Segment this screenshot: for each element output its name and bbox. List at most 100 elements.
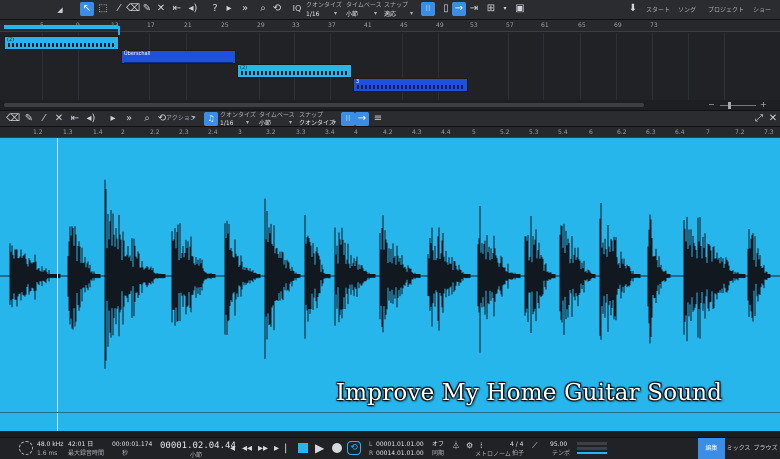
bend-tool-icon[interactable]: ⇤ [170,2,184,16]
horizontal-scrollbar[interactable] [4,103,644,107]
autoscroll-icon[interactable]: ▯ [439,2,453,16]
editor-ruler-label: 3.2 [266,129,276,136]
split-tool-icon[interactable]: ⁄ [112,2,126,16]
follow-icon[interactable]: » [238,2,252,16]
snap-toggle-icon[interactable]: ⁝⁝ [421,2,435,16]
metronome-sync-caption: 同期 [432,450,445,457]
quantize-caret-icon[interactable]: ▾ [334,10,337,17]
return-to-zero-icon[interactable]: ◂ [230,443,235,455]
editor-pencil-icon[interactable]: ✎ [22,112,36,126]
loop-range-bar[interactable] [4,25,118,29]
editor-snap-caret-icon[interactable]: ▾ [333,119,336,126]
play-cursor-icon[interactable]: ▸ [222,2,236,16]
help-icon[interactable]: ? [208,2,222,16]
fast-forward-icon[interactable]: ▸▸ [258,443,268,455]
editor-timebase-caret-icon[interactable]: ▾ [289,119,292,126]
editor-follow-icon[interactable]: » [122,112,136,126]
mute-tool-icon[interactable]: ✕ [154,2,168,16]
audio-clip[interactable]: Überschall [121,50,236,64]
transport-bar: 48.0 kHz 1.6 ms 42:01 日 最大録音時間 00:00:01.… [0,437,780,459]
editor-split-icon[interactable]: ⁄ [37,112,51,126]
range-tool-icon[interactable]: ⬚ [96,2,110,16]
save-icon[interactable]: ▣ [513,2,527,16]
zoom-in-icon[interactable]: + [760,101,767,109]
playhead-marker[interactable] [118,26,120,35]
arrangement-scrollbar[interactable]: − + [0,100,780,110]
editor-mute-icon[interactable]: ✕ [52,112,66,126]
timebase-value[interactable]: 小節 [346,11,358,18]
loop-start[interactable]: 00001.01.01.00 [376,441,424,448]
tempo[interactable]: 95.00 [550,441,567,448]
snap-to-event-icon[interactable]: ⇥ [467,2,481,16]
song-page-button[interactable]: ソング [678,7,696,14]
editor-snap-toggle-icon[interactable]: ⁝⁝ [341,112,355,126]
start-page-button[interactable]: スタート [646,7,670,14]
download-icon[interactable]: ⬇ [626,2,640,16]
maximize-editor-icon[interactable]: ⤢ [752,112,766,126]
editor-ruler-label: 2.3 [179,129,189,136]
close-editor-icon[interactable]: ✕ [766,112,780,126]
editor-ruler-label: 6 [589,129,593,136]
editor-snap-grid-icon[interactable]: → [355,112,369,126]
loop-end[interactable]: 00014.01.01.00 [376,450,424,457]
master-volume-slider[interactable] [577,452,607,454]
dropdown-caret-icon[interactable]: ◢ [56,6,64,14]
loop-back-icon[interactable]: | [284,443,287,455]
editor-quantize-icon[interactable]: ♫ [204,112,218,126]
click-settings-icon[interactable]: ⚙ [466,440,473,452]
project-page-button[interactable]: プロジェクト [708,7,744,14]
audio-clip[interactable]: 3 [353,78,468,92]
time-signature[interactable]: 4 / 4 [510,441,523,448]
editor-listen-icon[interactable]: ◂) [84,112,98,126]
editor-quantize-value[interactable]: 1/16 [220,120,233,127]
rewind-icon[interactable]: ◂◂ [242,443,252,455]
performance-meter-icon[interactable] [19,441,33,455]
arrow-tool-icon[interactable]: ↖ [80,2,94,16]
loop-toggle-button[interactable]: ⟲ [347,441,361,455]
editor-timebase-value[interactable]: 小節 [259,120,271,127]
video-title-overlay: Improve My Home Guitar Sound [336,380,723,406]
zoom-slider[interactable] [720,105,756,106]
stop-button[interactable] [298,443,308,453]
quantize-value[interactable]: 1/16 [306,11,319,18]
layout-grid-icon[interactable]: ⊞ [484,2,498,16]
tab-mix[interactable]: ミックス [725,438,752,459]
audio-clip[interactable]: (2) [4,36,119,50]
ruler-label: 57 [506,22,514,29]
tab-edit[interactable]: 編集 [698,438,725,459]
snap-caret-icon[interactable]: ▾ [410,10,413,17]
goto-end-icon[interactable]: ▸ [274,443,279,455]
audio-clip[interactable]: (2) [237,64,352,78]
snap-grid-icon[interactable]: → [452,2,466,16]
editor-eraser-icon[interactable]: ⌫ [6,112,20,126]
editor-quantize-caret-icon[interactable]: ▾ [246,119,249,126]
quantize-label: クオンタイズ [306,2,342,9]
editor-select-icon[interactable]: ▸ [106,112,120,126]
quantize-icon[interactable]: IQ [290,2,304,16]
tab-browse[interactable]: ブラウズ [752,438,779,459]
snap-value[interactable]: 適応 [384,11,396,18]
metronome-state[interactable]: オフ [432,441,444,448]
zoom-tool-icon[interactable]: ⌕ [256,2,270,16]
tempo-tap-icon[interactable]: ⟋ [532,440,538,452]
loop-tool-icon[interactable]: ⟲ [270,2,284,16]
timebase-caret-icon[interactable]: ▾ [374,10,377,17]
metronome-icon[interactable]: ⏃ [452,440,460,452]
play-button[interactable]: ▶ [315,442,324,454]
layout-caret-icon[interactable]: ▾ [498,2,512,16]
editor-snap-value[interactable]: クオンタイズ [299,120,335,127]
editor-more-icon[interactable]: ≡ [371,112,385,126]
zoom-slider-handle[interactable] [728,102,731,109]
zoom-out-icon[interactable]: − [708,101,715,109]
editor-zoom-icon[interactable]: ⌕ [140,112,154,126]
eraser-tool-icon[interactable]: ⌫ [126,2,140,16]
editor-bend-icon[interactable]: ⇤ [68,112,82,126]
editor-ruler[interactable]: 1.2 1.3 1.4 2 2.2 2.3 2.4 3 3.2 3.3 3.4 … [0,127,780,138]
show-page-button[interactable]: ショー [753,7,771,14]
listen-tool-icon[interactable]: ◂) [186,2,200,16]
seconds-display[interactable]: 00:00:01.174 [112,441,152,448]
action-caret-icon[interactable]: ▾ [192,114,195,121]
position-display[interactable]: 00001.02.04.44 [160,441,236,451]
paint-tool-icon[interactable]: ✎ [140,2,154,16]
record-button[interactable] [332,443,342,453]
